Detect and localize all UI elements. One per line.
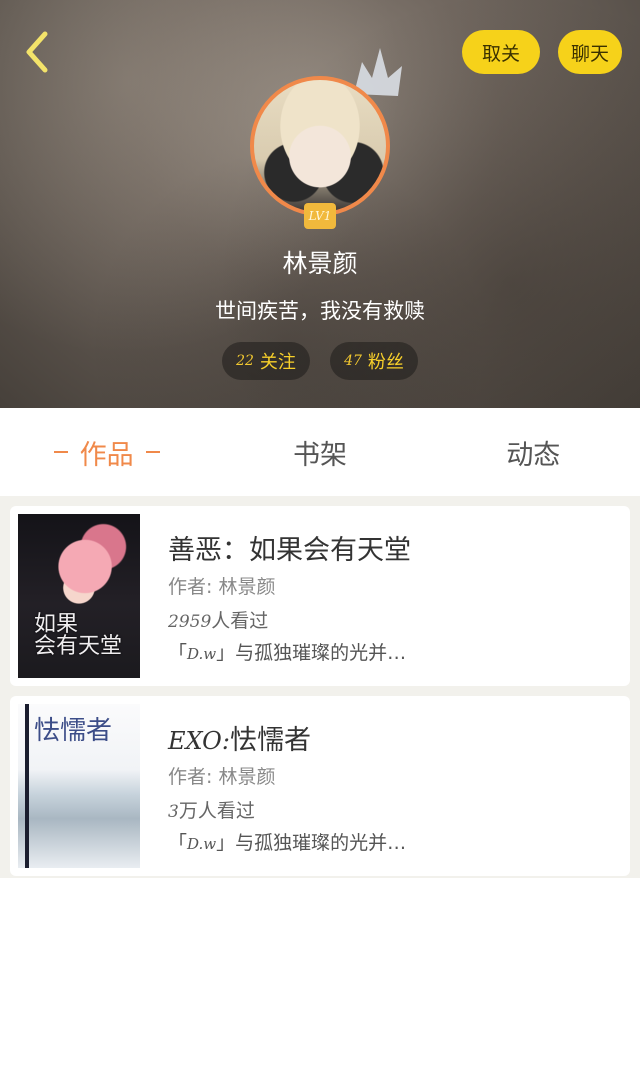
book-cover: 怯懦者 xyxy=(18,704,140,868)
cover-title-art: 怯懦者 xyxy=(34,716,113,746)
work-title: EXO:怯懦者 xyxy=(168,718,311,757)
chat-button[interactable]: 聊天 xyxy=(558,30,622,74)
avatar-image xyxy=(250,76,390,216)
tab-bookshelf-label: 书架 xyxy=(292,439,347,471)
following-count: 22 xyxy=(236,353,254,369)
tab-indicator-right xyxy=(145,451,160,453)
desc-open: 「 xyxy=(168,642,188,664)
desc-tag: D.w xyxy=(187,835,217,853)
cover-bar xyxy=(25,704,29,868)
work-card[interactable]: 怯懦者 EXO:怯懦者 作者: 林景颜 3万人看过 「D.w」与孤独璀璨的光并… xyxy=(10,696,630,876)
work-description: 「D.w」与孤独璀璨的光并… xyxy=(168,638,406,665)
avatar[interactable] xyxy=(250,76,390,216)
chevron-left-icon xyxy=(26,31,48,73)
work-card[interactable]: 如果 会有天堂 善恶：如果会有天堂 作者: 林景颜 2959人看过 「D.w」与… xyxy=(10,506,630,686)
work-title-text: 善恶：如果会有天堂 xyxy=(168,535,411,566)
back-button[interactable] xyxy=(14,28,58,76)
work-author: 作者: 林景颜 xyxy=(168,576,276,598)
tab-bookshelf[interactable]: 书架 xyxy=(213,408,426,496)
work-views: 2959人看过 xyxy=(168,606,268,633)
work-author: 作者: 林景颜 xyxy=(168,766,276,788)
book-cover: 如果 会有天堂 xyxy=(18,514,140,678)
desc-tag: D.w xyxy=(187,645,217,663)
cover-title-art: 如果 会有天堂 xyxy=(34,612,123,659)
work-title-text: 怯懦者 xyxy=(229,725,311,756)
unfollow-button[interactable]: 取关 xyxy=(462,30,540,74)
views-count: 2959 xyxy=(168,612,212,632)
following-stat[interactable]: 22 关注 xyxy=(222,342,310,380)
work-views: 3万人看过 xyxy=(168,796,255,823)
tab-works[interactable]: 作品 xyxy=(0,408,213,496)
fans-label: 粉丝 xyxy=(367,352,404,373)
fans-stat[interactable]: 47 粉丝 xyxy=(330,342,418,380)
tab-works-label: 作品 xyxy=(79,439,134,471)
profile-signature: 世间疾苦，我没有救赎 xyxy=(215,299,425,323)
level-badge: LV1 xyxy=(304,203,336,229)
profile-nickname: 林景颜 xyxy=(282,249,358,278)
work-title: 善恶：如果会有天堂 xyxy=(168,528,411,567)
tab-activity-label: 动态 xyxy=(506,439,561,471)
desc-open: 「 xyxy=(168,832,188,854)
profile-tabs: 作品 书架 动态 xyxy=(0,408,640,496)
tab-activity[interactable]: 动态 xyxy=(427,408,640,496)
work-description: 「D.w」与孤独璀璨的光并… xyxy=(168,828,406,855)
desc-text: 」与孤独璀璨的光并… xyxy=(216,642,407,664)
views-suffix: 人看过 xyxy=(211,610,269,632)
profile-header: 取关 聊天 LV1 林景颜 世间疾苦，我没有救赎 22 关注 47 粉丝 xyxy=(0,0,640,408)
views-suffix: 万人看过 xyxy=(178,800,255,822)
following-label: 关注 xyxy=(259,352,296,373)
work-title-prefix: EXO: xyxy=(168,727,230,755)
desc-text: 」与孤独璀璨的光并… xyxy=(216,832,407,854)
tab-indicator-left xyxy=(53,451,68,453)
fans-count: 47 xyxy=(344,353,362,369)
views-count: 3 xyxy=(168,802,179,822)
